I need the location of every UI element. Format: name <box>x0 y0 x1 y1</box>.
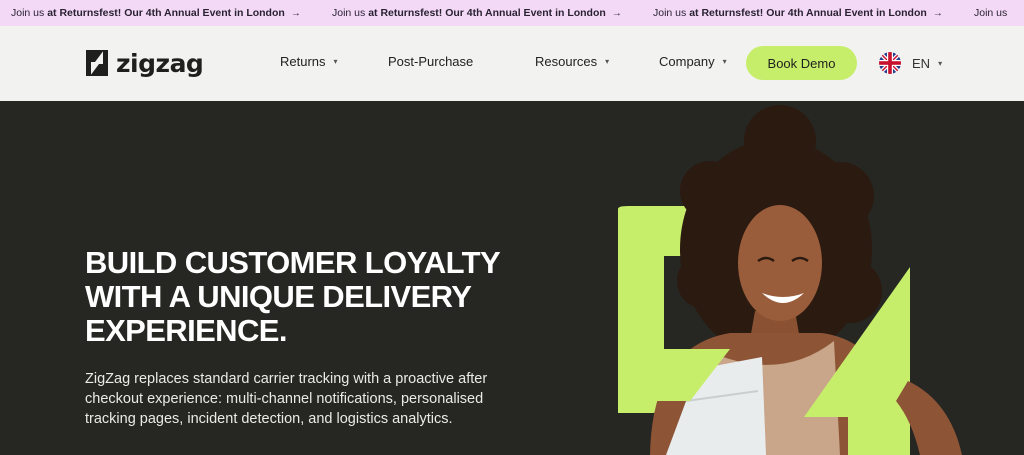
announcement-prefix: Join us <box>332 7 369 19</box>
zigzag-logo-icon <box>86 50 108 76</box>
nav-label: Returns <box>280 54 326 69</box>
announcement-prefix: Join us <box>974 7 1008 19</box>
announcement-link[interactable]: Join us at Returnsfest! Our 4th Annual E… <box>653 0 943 26</box>
announcement-text: at Returnsfest! Our 4th Annual Event in … <box>368 7 606 19</box>
arrow-right-icon: → <box>611 8 622 19</box>
hero-section: BUILD CUSTOMER LOYALTY WITH A UNIQUE DEL… <box>0 101 1024 455</box>
announcement-text: at Returnsfest! Our 4th Annual Event in … <box>47 7 285 19</box>
book-demo-button[interactable]: Book Demo <box>746 46 857 80</box>
hero-title-line: BUILD CUSTOMER LOYALTY <box>85 245 501 280</box>
announcement-link[interactable]: Join us at Returnsfest! Our 4th Annual E… <box>11 0 301 26</box>
hero-image <box>618 105 962 455</box>
hero-subtitle: ZigZag replaces standard carrier trackin… <box>85 371 488 427</box>
nav-label: Post-Purchase <box>388 54 474 69</box>
hero-title-line: EXPERIENCE. <box>85 313 287 348</box>
nav-resources[interactable]: Resources ▾ <box>535 52 609 72</box>
nav-company[interactable]: Company ▾ <box>659 52 727 72</box>
nav-label: Company <box>659 54 715 69</box>
announcement-link[interactable]: Join us at Returnsfest! Our 4th Annual E… <box>332 0 622 26</box>
site-header: zigzag Returns ▾ Post-Purchase Resources… <box>0 26 1024 101</box>
nav-post-purchase[interactable]: Post-Purchase <box>388 52 473 72</box>
hero-title-line: WITH A UNIQUE DELIVERY <box>85 279 472 314</box>
chevron-down-icon: ▾ <box>722 57 727 66</box>
language-selector[interactable]: EN ▾ <box>879 52 942 74</box>
announcement-link[interactable]: Join us <box>974 0 1013 26</box>
nav-returns[interactable]: Returns ▾ <box>280 52 338 72</box>
announcement-text: at Returnsfest! Our 4th Annual Event in … <box>689 7 927 19</box>
announcement-prefix: Join us <box>653 7 690 19</box>
nav-label: Resources <box>535 54 598 69</box>
hero-title: BUILD CUSTOMER LOYALTY WITH A UNIQUE DEL… <box>85 246 545 348</box>
chevron-down-icon: ▾ <box>938 58 943 68</box>
chevron-down-icon: ▾ <box>333 57 338 66</box>
arrow-right-icon: → <box>290 8 301 19</box>
language-label: EN <box>912 55 931 71</box>
uk-flag-icon <box>879 52 901 74</box>
logo-text: zigzag <box>116 48 204 78</box>
chevron-down-icon: ▾ <box>605 57 610 66</box>
logo[interactable]: zigzag <box>84 46 204 80</box>
announcement-prefix: Join us <box>11 7 48 19</box>
announcement-bar[interactable]: Join us at Returnsfest! Our 4th Annual E… <box>0 0 1024 26</box>
arrow-right-icon: → <box>932 8 943 19</box>
face <box>738 205 822 321</box>
